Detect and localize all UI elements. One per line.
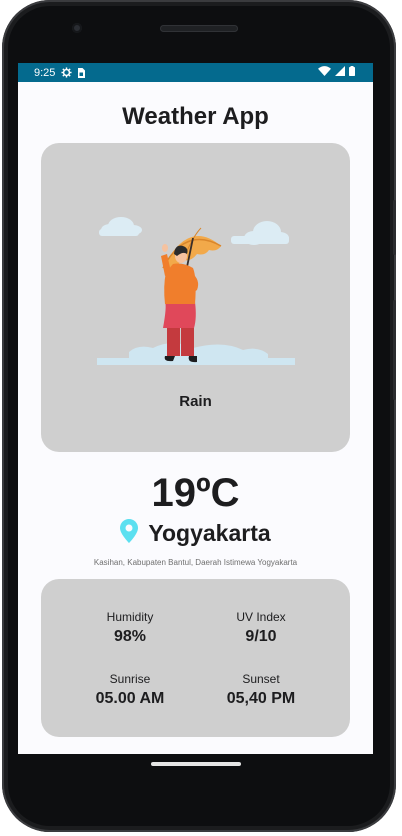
status-icons-right bbox=[318, 66, 355, 79]
uv-index-label: UV Index bbox=[236, 610, 286, 624]
system-nav-bar bbox=[18, 754, 373, 794]
humidity-value: 98% bbox=[113, 628, 147, 645]
humidity-label: Humidity bbox=[106, 610, 154, 624]
city-name: Yogyakarta bbox=[148, 520, 271, 546]
volume-button bbox=[393, 200, 396, 255]
home-gesture-bar[interactable] bbox=[151, 762, 241, 766]
rain-person-illustration bbox=[93, 198, 298, 378]
weather-illustration-card: Rain bbox=[41, 143, 350, 452]
wifi-icon bbox=[318, 66, 331, 79]
temperature-value: 19ºC bbox=[151, 471, 240, 515]
earpiece-speaker bbox=[160, 25, 238, 32]
power-button bbox=[393, 300, 396, 400]
cloud-icon bbox=[99, 217, 142, 236]
signal-icon bbox=[335, 66, 345, 79]
sunset-stat: Sunset 05,40 PM bbox=[186, 672, 336, 708]
uv-index-value: 9/10 bbox=[245, 628, 277, 645]
sunset-value: 05,40 PM bbox=[226, 690, 296, 707]
front-camera bbox=[72, 23, 82, 33]
location-pin-icon bbox=[120, 519, 139, 548]
weather-stats-card: Humidity 98% UV Index 9/10 Sunrise 05.00… bbox=[41, 579, 350, 737]
sunrise-label: Sunrise bbox=[109, 672, 151, 686]
weather-condition-label: Rain bbox=[179, 393, 212, 410]
humidity-stat: Humidity 98% bbox=[55, 610, 205, 646]
sunset-label: Sunset bbox=[242, 672, 280, 686]
status-bar: 9:25 bbox=[18, 63, 373, 82]
battery-icon bbox=[349, 66, 355, 79]
app-screen: 9:25 Weather App Rain 19ºC Yogyakarta Ka… bbox=[18, 63, 373, 754]
location-row: Yogyakarta bbox=[18, 519, 373, 548]
settings-icon bbox=[61, 67, 72, 78]
sunrise-value: 05.00 AM bbox=[95, 690, 165, 707]
location-address: Kasihan, Kabupaten Bantul, Daerah Istime… bbox=[93, 558, 298, 567]
page-title: Weather App bbox=[122, 103, 269, 130]
uv-index-stat: UV Index 9/10 bbox=[186, 610, 336, 646]
sim-card-icon bbox=[77, 67, 86, 78]
sunrise-stat: Sunrise 05.00 AM bbox=[55, 672, 205, 708]
status-time: 9:25 bbox=[34, 66, 56, 79]
